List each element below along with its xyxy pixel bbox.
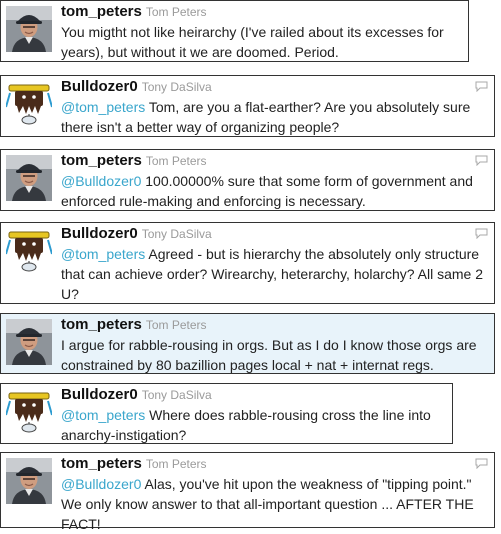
user-handle[interactable]: Bulldozer0: [61, 225, 138, 242]
avatar[interactable]: [6, 458, 52, 504]
user-real-name: Tony DaSilva: [141, 80, 212, 94]
tweet-header: tom_peters Tom Peters: [61, 316, 488, 334]
reply-icon[interactable]: [475, 81, 488, 92]
tweet-text: @tom_peters Tom, are you a flat-earther?…: [61, 97, 488, 137]
mention-link[interactable]: @tom_peters: [61, 246, 145, 262]
user-handle[interactable]: tom_peters: [61, 152, 142, 169]
tom-peters-photo-icon: [6, 6, 52, 52]
user-handle[interactable]: tom_peters: [61, 316, 142, 333]
tweet-1: tom_peters Tom Peters You migtht not like…: [0, 0, 469, 62]
tom-peters-photo-icon: [6, 319, 52, 365]
tweet-header: tom_peters Tom Peters: [61, 3, 462, 21]
mention-link[interactable]: @tom_peters: [61, 99, 145, 115]
user-real-name: Tom Peters: [145, 154, 207, 168]
avatar[interactable]: [6, 155, 52, 201]
user-handle[interactable]: tom_peters: [61, 3, 142, 20]
tweet-5: tom_peters Tom Peters I argue for rabble-…: [0, 313, 495, 374]
tweet-content: Bulldozer0 Tony DaSilva @tom_peters Tom, …: [61, 78, 488, 137]
tweet-header: Bulldozer0 Tony DaSilva: [61, 78, 488, 96]
tweet-header: Bulldozer0 Tony DaSilva: [61, 225, 488, 243]
tweet-4: Bulldozer0 Tony DaSilva @tom_peters Agree…: [0, 222, 495, 304]
tweet-header: Bulldozer0 Tony DaSilva: [61, 386, 446, 404]
tweet-content: tom_peters Tom Peters You migtht not like…: [61, 3, 462, 62]
user-real-name: Tom Peters: [145, 457, 207, 471]
tweet-6: Bulldozer0 Tony DaSilva @tom_peters Where…: [0, 383, 453, 444]
tweet-content: tom_peters Tom Peters @Bulldozer0 Alas, y…: [61, 455, 488, 534]
reply-icon[interactable]: [475, 228, 488, 239]
tweet-body: You migtht not like heirarchy (I've rail…: [61, 24, 444, 60]
user-real-name: Tony DaSilva: [141, 227, 212, 241]
tweet-text: @tom_peters Where does rabble-rousing cr…: [61, 405, 446, 445]
bulldozer-cartoon-icon: [6, 389, 52, 435]
tweet-content: tom_peters Tom Peters I argue for rabble-…: [61, 316, 488, 375]
tweet-text: I argue for rabble-rousing in orgs. But …: [61, 335, 488, 375]
user-handle[interactable]: Bulldozer0: [61, 78, 138, 95]
bulldozer-cartoon-icon: [6, 81, 52, 127]
tweet-header: tom_peters Tom Peters: [61, 455, 488, 473]
bulldozer-cartoon-icon: [6, 228, 52, 274]
user-handle[interactable]: tom_peters: [61, 455, 142, 472]
tweet-content: Bulldozer0 Tony DaSilva @tom_peters Where…: [61, 386, 446, 445]
tweet-content: Bulldozer0 Tony DaSilva @tom_peters Agree…: [61, 225, 488, 304]
tweet-2: Bulldozer0 Tony DaSilva @tom_peters Tom, …: [0, 75, 495, 137]
avatar[interactable]: [6, 6, 52, 52]
avatar[interactable]: [6, 228, 52, 274]
reply-icon[interactable]: [475, 155, 488, 166]
tweet-3: tom_peters Tom Peters @Bulldozer0 100.000…: [0, 149, 495, 211]
tweet-7: tom_peters Tom Peters @Bulldozer0 Alas, y…: [0, 452, 495, 532]
tom-peters-photo-icon: [6, 458, 52, 504]
tom-peters-photo-icon: [6, 155, 52, 201]
tweet-body: I argue for rabble-rousing in orgs. But …: [61, 337, 477, 373]
avatar[interactable]: [6, 389, 52, 435]
tweet-text: You migtht not like heirarchy (I've rail…: [61, 22, 462, 62]
tweet-text: @tom_peters Agreed - but is hierarchy th…: [61, 244, 488, 304]
user-real-name: Tom Peters: [145, 5, 207, 19]
avatar[interactable]: [6, 319, 52, 365]
mention-link[interactable]: @tom_peters: [61, 407, 145, 423]
reply-icon[interactable]: [475, 458, 488, 469]
user-real-name: Tony DaSilva: [141, 388, 212, 402]
mention-link[interactable]: @Bulldozer0: [61, 173, 141, 189]
tweet-header: tom_peters Tom Peters: [61, 152, 488, 170]
user-real-name: Tom Peters: [145, 318, 207, 332]
mention-link[interactable]: @Bulldozer0: [61, 476, 141, 492]
tweet-text: @Bulldozer0 100.00000% sure that some fo…: [61, 171, 488, 211]
avatar[interactable]: [6, 81, 52, 127]
tweet-text: @Bulldozer0 Alas, you've hit upon the we…: [61, 474, 488, 534]
user-handle[interactable]: Bulldozer0: [61, 386, 138, 403]
tweet-content: tom_peters Tom Peters @Bulldozer0 100.000…: [61, 152, 488, 211]
